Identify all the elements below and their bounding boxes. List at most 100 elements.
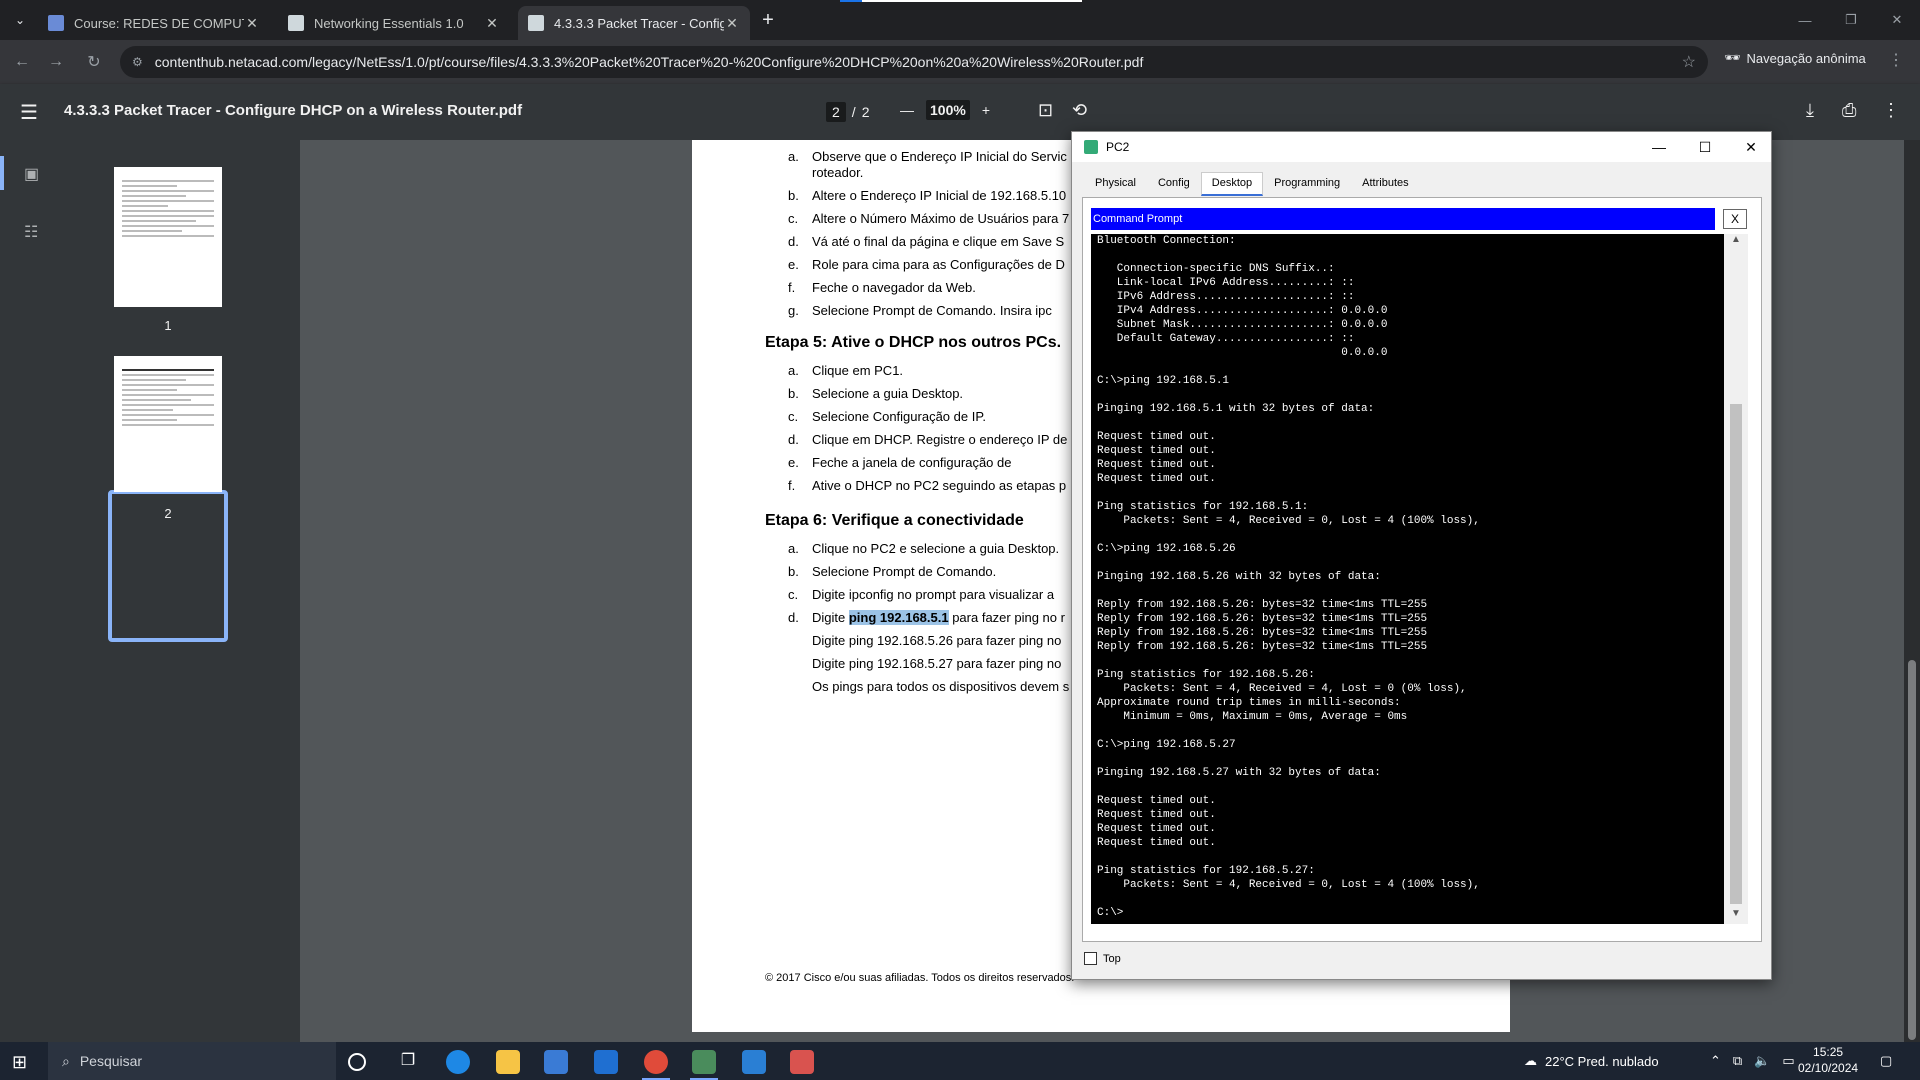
scrollbar-thumb[interactable] [1730,404,1742,904]
rotate-icon[interactable]: ⟲ [1072,100,1087,121]
chrome-menu-icon[interactable]: ⋮ [1888,50,1904,70]
chevron-up-icon[interactable]: ⌃ [1710,1053,1721,1069]
store-icon[interactable] [544,1050,568,1074]
command-prompt-terminal[interactable]: Bluetooth Connection: Connection-specifi… [1091,234,1724,924]
pdf-title: 4.3.3.3 Packet Tracer - Configure DHCP o… [64,102,523,119]
zoom-level[interactable]: 100% [926,100,970,120]
notification-icon[interactable]: ▢ [1880,1042,1892,1080]
cloud-icon: ☁ [1524,1053,1537,1068]
zoom-out-icon[interactable]: — [900,102,914,118]
photos-icon[interactable] [742,1050,766,1074]
bookmark-star-icon[interactable]: ☆ [1682,52,1696,72]
terminal-scrollbar[interactable]: ▲ ▼ [1724,234,1748,924]
top-label: Top [1103,952,1121,965]
tab-physical[interactable]: Physical [1084,172,1147,196]
top-checkbox[interactable] [1084,952,1097,965]
tab-title: Course: REDES DE COMPUTADO [74,15,244,31]
app-icon[interactable] [790,1050,814,1074]
close-window-icon[interactable]: ✕ [1728,132,1774,162]
minimize-icon[interactable]: — [1782,0,1828,40]
cortana-icon[interactable] [348,1053,366,1071]
taskbar-search[interactable]: ⌕ Pesquisar [48,1042,336,1080]
scroll-up-icon[interactable]: ▲ [1724,234,1748,250]
outline-icon[interactable]: ☷ [24,222,46,242]
page-selector: 2 / 2 [826,102,869,122]
close-tab-icon[interactable]: ✕ [724,15,740,32]
packet-tracer-icon [1084,140,1098,154]
command-prompt-title: Command Prompt [1091,208,1715,230]
forward-icon[interactable]: → [44,50,68,74]
thumbnail-number: 2 [164,506,172,521]
tab-attributes[interactable]: Attributes [1351,172,1419,196]
back-icon[interactable]: ← [10,50,34,74]
thumbnail-number: 1 [164,318,172,333]
sidebar-active-indicator [0,156,4,190]
current-page-input[interactable]: 2 [826,102,846,122]
windows-start-icon[interactable]: ⊞ [12,1052,32,1072]
fit-page-icon[interactable]: ⊡ [1038,100,1053,121]
tab-packet-tracer-pdf[interactable]: 4.3.3.3 Packet Tracer - Configu ✕ [518,6,750,40]
scrollbar-thumb[interactable] [1908,660,1916,1040]
tab-config[interactable]: Config [1147,172,1201,196]
volume-icon[interactable]: 🔈 [1754,1053,1770,1069]
incognito-indicator[interactable]: 🕶 Navegação anônima [1724,50,1866,66]
task-view-icon[interactable]: ❐ [396,1050,420,1074]
top-checkbox-row[interactable]: Top [1084,952,1121,965]
terminal-output: Bluetooth Connection: Connection-specifi… [1097,235,1480,919]
url-text[interactable]: contenthub.netacad.com/legacy/NetEss/1.0… [155,54,1682,70]
address-bar[interactable]: ⚙ contenthub.netacad.com/legacy/NetEss/1… [120,46,1708,78]
search-placeholder: Pesquisar [79,1053,143,1069]
window-title: PC2 [1106,140,1130,154]
windows-taskbar: ⊞ ⌕ Pesquisar ❐ ☁ 22°C Pred. nublado ⌃ ⧉… [0,1042,1920,1080]
pdf-scrollbar[interactable] [1904,140,1920,1042]
tab-programming[interactable]: Programming [1263,172,1351,196]
page-thumbnail-2[interactable] [114,356,222,492]
pc2-window: PC2 — ☐ ✕ Physical Config Desktop Progra… [1071,131,1772,980]
restore-icon[interactable]: ❐ [1828,0,1874,40]
sidebar-menu-icon[interactable]: ☰ [20,100,38,125]
mail-icon[interactable] [594,1050,618,1074]
date: 02/10/2024 [1798,1061,1859,1075]
system-tray: ⌃ ⧉ 🔈 ▭ [1710,1042,1795,1080]
chrome-icon[interactable] [644,1050,668,1074]
tab-search-chevron-icon[interactable]: ⌄ [8,8,32,32]
new-tab-button[interactable]: + [756,8,780,32]
reload-icon[interactable]: ↻ [82,50,106,74]
tab-course[interactable]: Course: REDES DE COMPUTADO ✕ [38,6,270,40]
page-footer: © 2017 Cisco e/ou suas afiliadas. Todos … [765,972,1075,984]
total-pages: 2 [861,104,870,120]
address-toolbar: ← → ↻ ⚙ contenthub.netacad.com/legacy/Ne… [0,40,1920,84]
cisco-favicon-icon [528,15,544,31]
close-window-icon[interactable]: ✕ [1874,0,1920,40]
edge-icon[interactable] [446,1050,470,1074]
download-icon[interactable]: ⤓ [1806,100,1814,121]
network-icon[interactable]: ⧉ [1733,1053,1742,1069]
packet-tracer-icon[interactable] [692,1050,716,1074]
pdf-sidebar: ▣ ☷ 1 2 [0,140,300,1042]
tab-networking-essentials[interactable]: Networking Essentials 1.0 ✕ [278,6,510,40]
tab-desktop[interactable]: Desktop [1200,172,1264,196]
thumbnails-icon[interactable]: ▣ [24,164,46,184]
print-icon[interactable]: ⎙ [1842,100,1856,121]
file-explorer-icon[interactable] [496,1050,520,1074]
netacad-favicon-icon [48,15,64,31]
page-thumbnail-1[interactable] [114,167,222,307]
display-icon[interactable]: ▭ [1782,1053,1794,1069]
section-heading: Etapa 6: Verifique a conectividade [765,512,1024,529]
command-prompt-close-button[interactable]: X [1723,209,1747,229]
scroll-down-icon[interactable]: ▼ [1724,908,1748,924]
maximize-icon[interactable]: ☐ [1682,132,1728,162]
weather-widget[interactable]: ☁ 22°C Pred. nublado [1524,1042,1659,1080]
zoom-in-icon[interactable]: + [982,102,990,118]
more-options-icon[interactable]: ⋮ [1882,100,1900,121]
highlighted-text: ping 192.168.5.1 [848,610,949,625]
clock[interactable]: 15:25 02/10/2024 [1798,1044,1858,1076]
close-tab-icon[interactable]: ✕ [244,15,260,32]
minimize-icon[interactable]: — [1636,132,1682,162]
page-separator: / [851,104,856,120]
site-info-icon[interactable]: ⚙ [132,55,143,69]
close-tab-icon[interactable]: ✕ [484,15,500,32]
time: 15:25 [1813,1045,1844,1059]
section-heading: Etapa 5: Ative o DHCP nos outros PCs. [765,334,1062,351]
incognito-icon: 🕶 [1724,50,1741,65]
